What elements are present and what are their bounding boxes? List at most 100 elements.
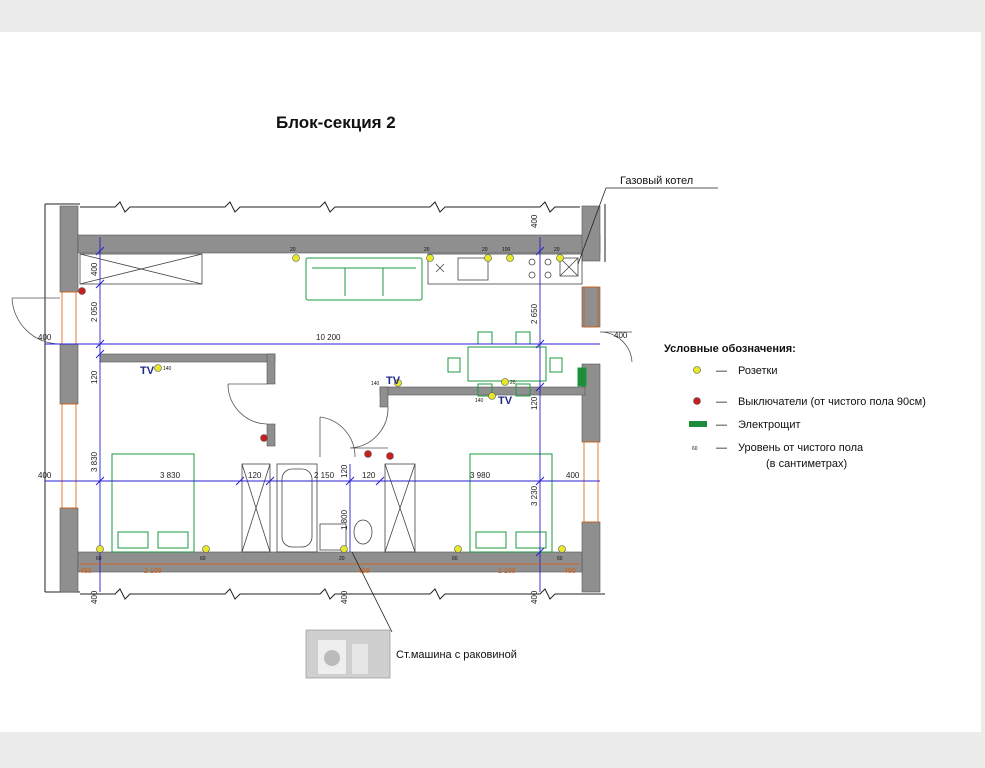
switch-icon bbox=[364, 450, 372, 458]
wall-bedroom-left-corner bbox=[266, 353, 276, 385]
dim-bedroom-left-w: 3 830 bbox=[160, 471, 181, 480]
switch-icon bbox=[260, 434, 268, 442]
dim-bottom-ext: 400 bbox=[530, 590, 539, 604]
legend-level-sample: 60 bbox=[692, 446, 698, 452]
level-label: 60 bbox=[557, 556, 563, 562]
level-label: 20 bbox=[290, 247, 296, 253]
dim-wall-right: 120 bbox=[530, 396, 539, 410]
level-label: 100 bbox=[502, 247, 511, 253]
wall-bedroom-left-top bbox=[99, 353, 276, 363]
window-left-bedroom bbox=[61, 403, 77, 509]
switch-icon bbox=[386, 452, 394, 460]
bed-left-pillow-2 bbox=[157, 531, 189, 549]
entrance-door-swing bbox=[11, 297, 61, 345]
bedroom-right-door-swing bbox=[349, 406, 389, 449]
legend-dash: — bbox=[716, 442, 727, 454]
dim-bath-b: 460 bbox=[358, 568, 370, 575]
dim-bedroom-left-h: 3 830 bbox=[90, 451, 99, 472]
dim-left-ext-mid: 400 bbox=[38, 471, 52, 480]
level-label: 20 bbox=[510, 380, 516, 386]
chair-1 bbox=[477, 331, 493, 345]
legend-switch-icon bbox=[693, 397, 701, 405]
levels: 20 20 20 100 20 140 140 20 140 60 60 20 … bbox=[96, 247, 563, 562]
windows bbox=[61, 286, 599, 523]
window-left-kitchen bbox=[61, 291, 77, 345]
dim-overall-width: 10 200 bbox=[316, 333, 341, 342]
level-label: 140 bbox=[163, 366, 172, 372]
socket-icon bbox=[556, 254, 564, 262]
legend-sockets-label: Розетки bbox=[738, 365, 778, 377]
tv-center-label: TV bbox=[386, 375, 401, 387]
wall-bedroom-right-corner bbox=[379, 386, 389, 408]
socket-icon bbox=[488, 392, 496, 400]
level-label: 20 bbox=[482, 247, 488, 253]
stove-burner-4 bbox=[544, 271, 552, 279]
legend-switches-label: Выключатели (от чистого пола 90см) bbox=[738, 396, 926, 408]
electrical-panel bbox=[577, 367, 587, 387]
doors bbox=[11, 297, 633, 458]
socket-icon bbox=[96, 545, 104, 553]
bathtub bbox=[276, 463, 318, 553]
legend-panel-label: Электрощит bbox=[738, 419, 801, 431]
stove-burner-3 bbox=[544, 258, 552, 266]
dim-top-ext: 400 bbox=[530, 214, 539, 228]
chair-6 bbox=[549, 357, 563, 373]
socket-icon bbox=[506, 254, 514, 262]
socket-icon bbox=[426, 254, 434, 262]
socket-icon bbox=[340, 545, 348, 553]
socket-icon bbox=[202, 545, 210, 553]
socket-icon bbox=[292, 254, 300, 262]
socket-icon bbox=[154, 364, 162, 372]
level-label: 60 bbox=[96, 556, 102, 562]
gas-boiler-label: Газовый котел bbox=[620, 175, 693, 187]
level-label: 60 bbox=[452, 556, 458, 562]
legend-dash: — bbox=[716, 419, 727, 431]
bed-right-pillow-2 bbox=[515, 531, 547, 549]
legend-level-label-2: (в сантиметрах) bbox=[766, 458, 847, 470]
stove-burner-1 bbox=[528, 258, 536, 266]
bedroom-left-door-swing bbox=[227, 383, 268, 425]
furniture bbox=[111, 257, 587, 553]
wall-right-upper bbox=[581, 286, 601, 328]
wall-left-mid bbox=[59, 343, 79, 405]
dim-kitchen-h-right: 2 650 bbox=[530, 303, 539, 324]
dim-bath-w: 2 150 bbox=[314, 471, 335, 480]
dim-wall-a: 120 bbox=[248, 471, 262, 480]
legend-dash: — bbox=[716, 396, 727, 408]
wall-top bbox=[77, 234, 601, 254]
legend-level-label: Уровень от чистого пола bbox=[738, 442, 864, 454]
walls bbox=[59, 205, 601, 593]
switch-icon bbox=[78, 287, 86, 295]
sockets bbox=[96, 254, 566, 553]
socket-icon bbox=[558, 545, 566, 553]
tv-left-label: TV bbox=[140, 365, 155, 377]
wall-left-top bbox=[59, 205, 79, 293]
level-label: 20 bbox=[554, 247, 560, 253]
legend-title: Условные обозначения: bbox=[664, 343, 796, 355]
dim-bath-bottom-ext: 400 bbox=[340, 590, 349, 604]
dining-table bbox=[467, 346, 547, 382]
toilet bbox=[353, 519, 373, 545]
legend: Условные обозначения: — Розетки — Выключ… bbox=[664, 343, 926, 470]
level-label: 140 bbox=[475, 398, 484, 404]
wall-bedroom-right-top bbox=[379, 386, 586, 396]
wall-left-bottom bbox=[59, 507, 79, 593]
page-title: Блок-секция 2 bbox=[276, 113, 396, 132]
dim-bottom-ext-left: 400 bbox=[90, 590, 99, 604]
bed-left-pillow-1 bbox=[117, 531, 149, 549]
dim-kitchen-h-left: 2 050 bbox=[90, 301, 99, 322]
level-label: 20 bbox=[339, 556, 345, 562]
sofa bbox=[305, 257, 423, 301]
dim-bed-left-a: 450 bbox=[80, 568, 92, 575]
dimension-lines bbox=[45, 237, 600, 592]
dim-bedroom-right-w: 3 980 bbox=[470, 471, 491, 480]
socket-icon bbox=[454, 545, 462, 553]
chair-2 bbox=[515, 331, 531, 345]
top-break-line bbox=[80, 201, 580, 213]
stove-burner-2 bbox=[528, 271, 536, 279]
socket-icon bbox=[484, 254, 492, 262]
washer-label: Ст.машина с раковиной bbox=[396, 649, 517, 661]
legend-panel-icon bbox=[689, 421, 707, 427]
wall-right-top bbox=[581, 205, 601, 262]
bed-right-pillow-1 bbox=[475, 531, 507, 549]
